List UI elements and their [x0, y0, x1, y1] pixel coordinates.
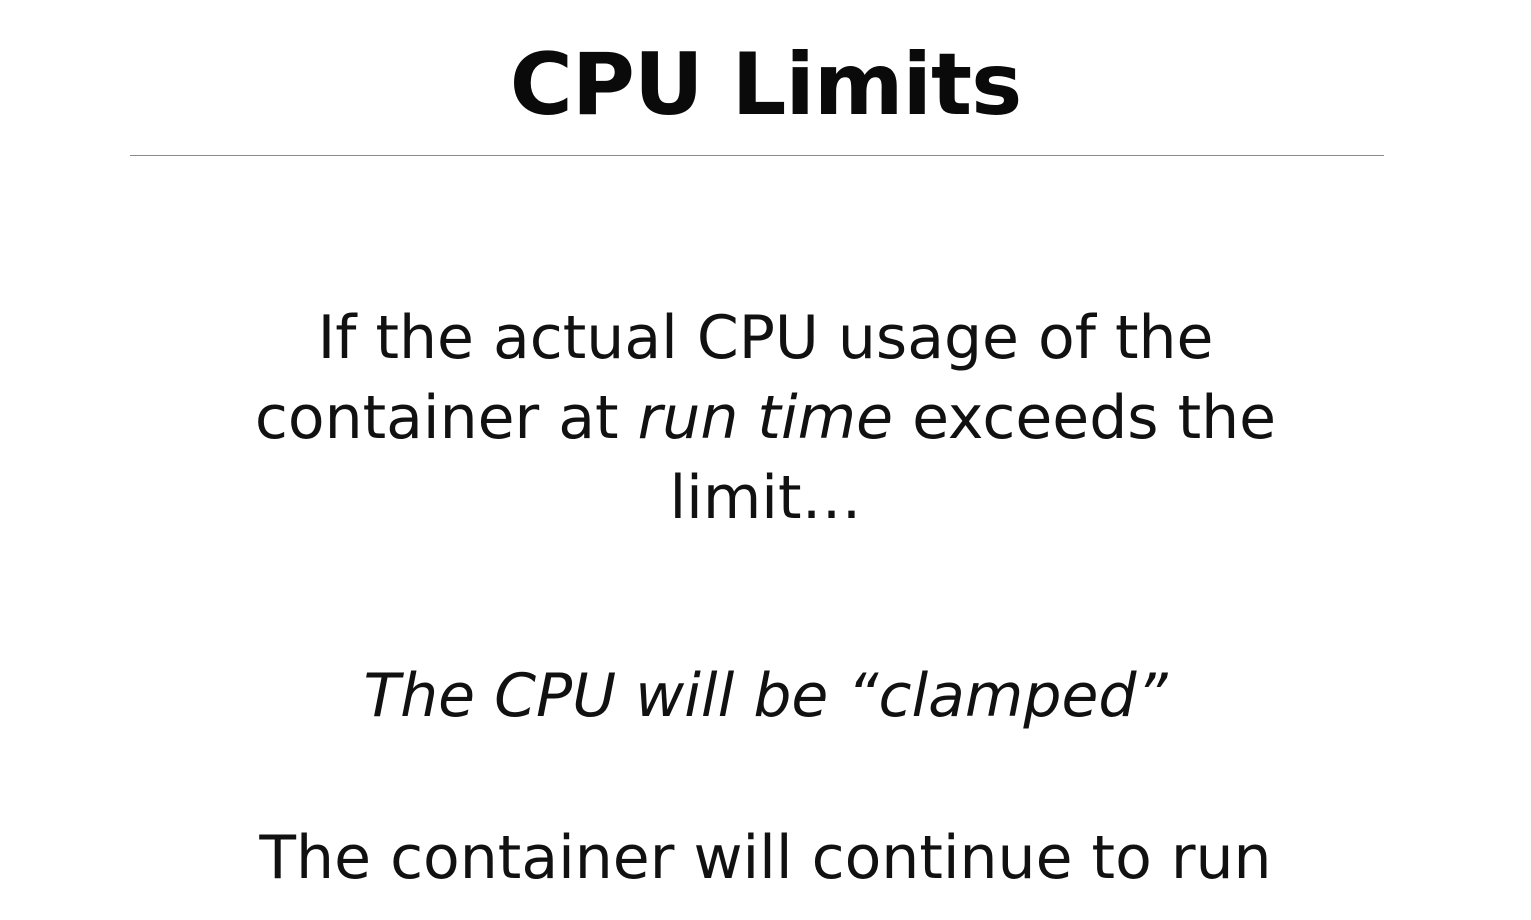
- paragraph-continue-to-run: The container will continue to run: [259, 823, 1272, 893]
- emphasis-run-time: run time: [637, 383, 893, 453]
- paragraph-line: container at run time exceeds the: [0, 378, 1531, 458]
- paragraph-exceeds-limit: If the actual CPU usage of the container…: [0, 298, 1531, 538]
- slide-title: CPU Limits: [509, 35, 1023, 135]
- paragraph-clamped: The CPU will be “clamped”: [363, 661, 1168, 731]
- paragraph-line: limit…: [669, 463, 862, 533]
- text-run: exceeds the: [893, 383, 1277, 453]
- text-run: container at: [254, 383, 638, 453]
- title-divider: [130, 155, 1384, 156]
- paragraph-line: If the actual CPU usage of the: [317, 303, 1214, 373]
- slide: CPU Limits If the actual CPU usage of th…: [0, 0, 1531, 920]
